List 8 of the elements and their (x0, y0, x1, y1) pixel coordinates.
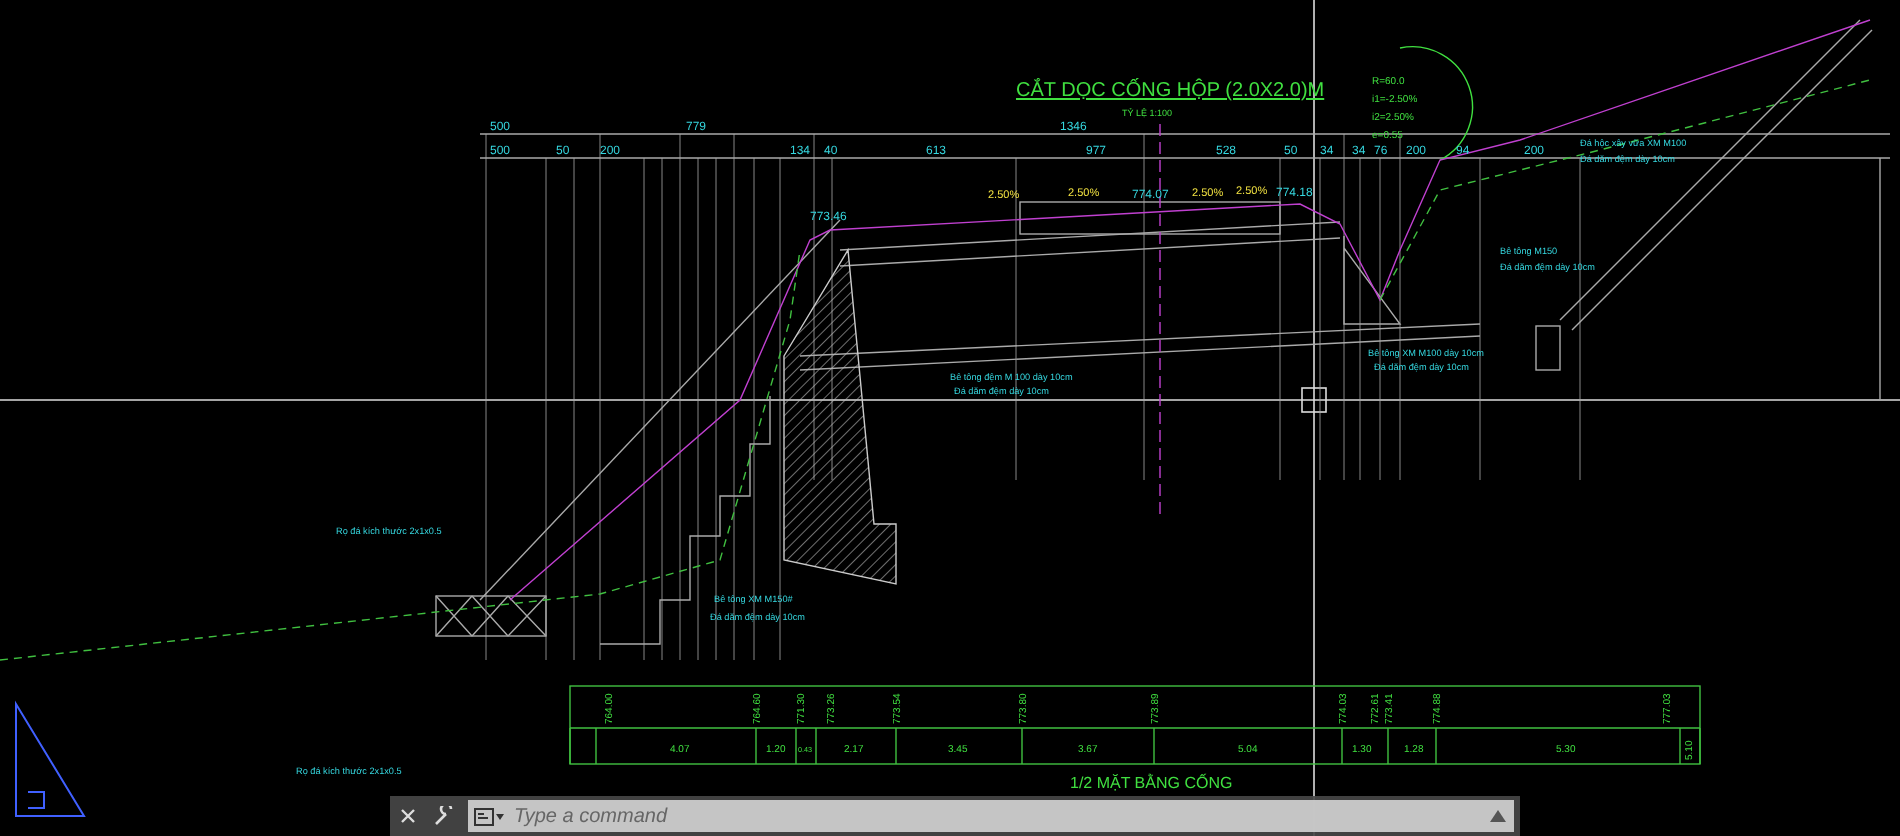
command-input[interactable]: Type a command (506, 802, 1490, 830)
caret-up-icon[interactable] (1490, 810, 1506, 822)
wrench-icon (434, 806, 454, 826)
command-prompt-icon (474, 807, 506, 825)
close-icon (400, 808, 416, 824)
ucs-icon (15, 703, 85, 817)
command-field[interactable]: Type a command (468, 800, 1514, 832)
view-title: 1/2 MẶT BẰNG CỐNG (1070, 774, 1233, 792)
